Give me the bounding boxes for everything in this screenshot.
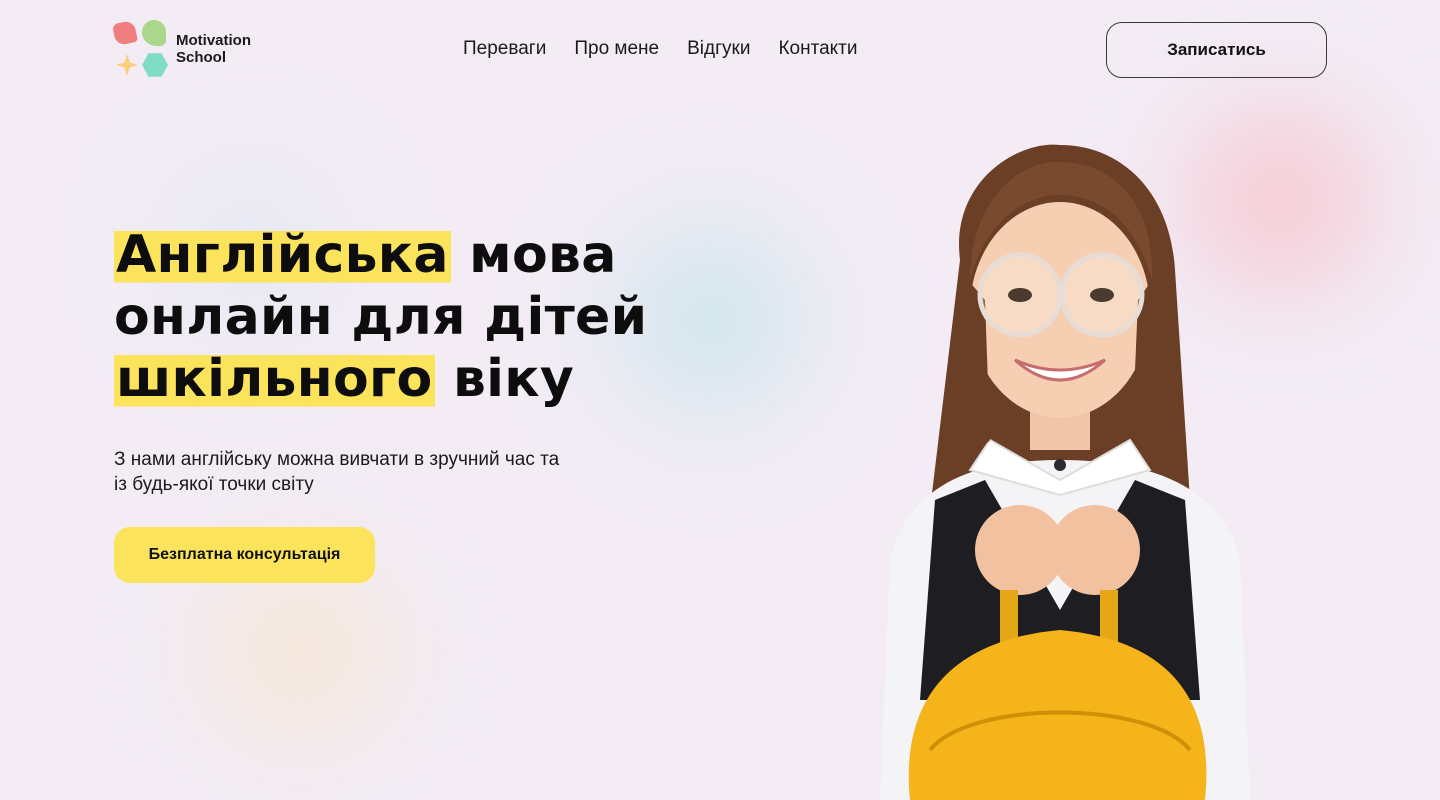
- nav-link-contacts[interactable]: Контакти: [778, 38, 857, 60]
- hero-subtitle: З нами англійську можна вивчати в зручни…: [114, 449, 560, 495]
- hero-title-part-1: мова: [450, 225, 617, 285]
- nav-link-advantages[interactable]: Переваги: [463, 38, 546, 60]
- hero-title: Англійська мова онлайн для дітей шкільно…: [114, 224, 734, 410]
- hero-title-highlight-2: шкільного: [114, 349, 435, 409]
- logo-text: Motivation School: [176, 32, 251, 66]
- signup-button[interactable]: Записатись: [1106, 22, 1327, 78]
- main-nav: Переваги Про мене Відгуки Контакти: [463, 38, 858, 60]
- hero-title-highlight-1: Англійська: [114, 225, 451, 285]
- hero-title-part-3: віку: [434, 349, 575, 409]
- free-consultation-button[interactable]: Безплатна консультація: [114, 527, 375, 583]
- nav-link-about[interactable]: Про мене: [574, 38, 659, 60]
- logo-text-line1: Motivation: [176, 32, 251, 49]
- hero-girl-image: [880, 144, 1250, 800]
- logo[interactable]: Motivation School: [111, 18, 251, 80]
- logo-text-line2: School: [176, 49, 227, 66]
- nav-link-reviews[interactable]: Відгуки: [687, 38, 750, 60]
- site-header: Motivation School Переваги Про мене Відг…: [0, 0, 1440, 100]
- logo-mark-icon: [111, 18, 170, 80]
- hero-title-part-2: онлайн для дітей: [114, 287, 648, 347]
